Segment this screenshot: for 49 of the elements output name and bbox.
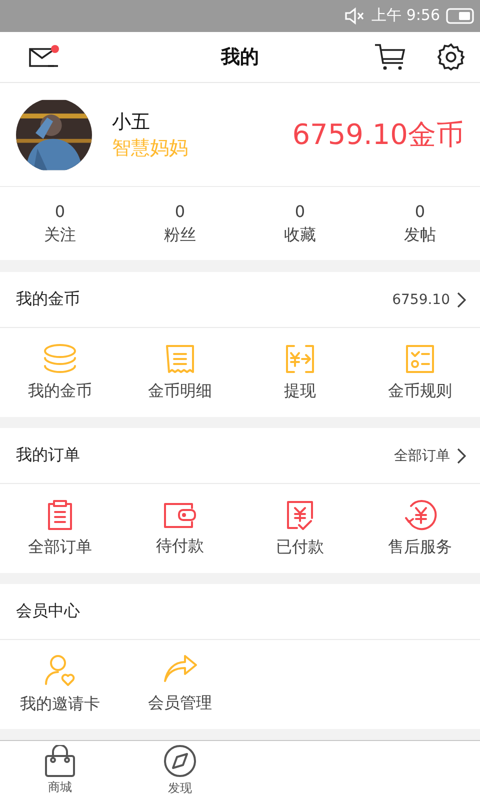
settings-icon (436, 42, 466, 72)
tab-item[interactable]: 商城 (0, 741, 120, 800)
stat-count: 0 (174, 202, 186, 221)
menu-item[interactable]: 金币明细 (120, 328, 240, 418)
person-heart-icon (43, 654, 77, 688)
stat-count: 0 (54, 202, 66, 221)
stat-label: 收藏 (284, 224, 316, 246)
settings-button[interactable] (436, 42, 466, 72)
section-title: 我的订单 (16, 445, 81, 466)
section-link[interactable]: 6759.10 (392, 292, 466, 308)
tab-item[interactable]: 发现 (120, 741, 240, 800)
stat-count: 0 (414, 202, 426, 221)
stat-label: 关注 (44, 224, 76, 246)
menu-item[interactable]: 待付款 (120, 484, 240, 574)
receipt-icon (164, 343, 196, 376)
section-title: 会员中心 (16, 601, 81, 622)
menu-item[interactable]: 金币规则 (360, 328, 480, 418)
menu-item[interactable]: 全部订单 (0, 484, 120, 574)
compass-icon (163, 744, 197, 778)
coin-balance: 6759.10金币 (292, 116, 464, 153)
menu-item[interactable]: 已付款 (240, 484, 360, 574)
menu-item[interactable]: 提现 (240, 328, 360, 418)
mute-icon (344, 6, 366, 25)
section-title: 我的金币 (16, 289, 81, 310)
battery-icon (446, 6, 474, 25)
stat-count: 0 (294, 202, 306, 221)
menu-item[interactable]: 我的邀请卡 (0, 640, 120, 730)
chevron-icon (456, 448, 466, 464)
status-time: 上午 9:56 (372, 6, 440, 26)
stat-label: 粉丝 (164, 224, 196, 246)
yen-circle-icon (403, 499, 437, 532)
stat-label: 发帖 (404, 224, 436, 246)
menu-item[interactable]: 我的金币 (0, 328, 120, 418)
menu-item[interactable]: 会员管理 (120, 640, 240, 730)
clipboard-icon (45, 499, 75, 532)
cart-icon (374, 43, 406, 72)
chevron-icon (456, 292, 466, 308)
yen-check-icon (285, 499, 315, 532)
menu-item[interactable]: 售后服务 (360, 484, 480, 574)
section-link[interactable]: 全部订单 (394, 446, 466, 465)
shopping-bag-icon (44, 745, 76, 778)
cart-button[interactable] (374, 43, 406, 72)
coin-stack-icon (42, 343, 78, 376)
user-role: 智慧妈妈 (112, 136, 189, 161)
page-title: 我的 (220, 45, 260, 70)
checklist-icon (404, 343, 436, 376)
yen-arrow-icon (284, 343, 316, 376)
wallet-icon (162, 500, 198, 530)
user-name: 小五 (112, 110, 151, 135)
